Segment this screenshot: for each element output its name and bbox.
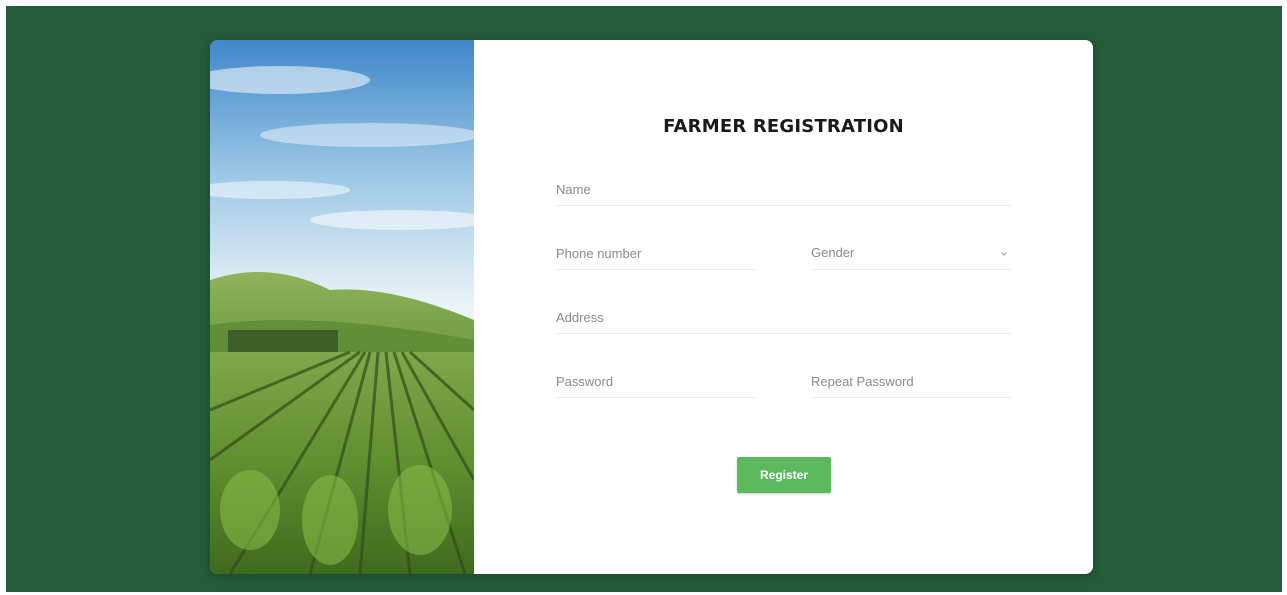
vineyard-field-image [210, 40, 474, 574]
repeat-password-field [811, 367, 1011, 398]
chevron-down-icon [1001, 252, 1007, 256]
address-field [556, 303, 1011, 334]
password-field [556, 367, 756, 398]
address-input[interactable] [556, 303, 1011, 331]
password-input[interactable] [556, 367, 756, 395]
phone-input[interactable] [556, 239, 756, 267]
phone-field [556, 239, 756, 270]
repeat-password-input[interactable] [811, 367, 1011, 395]
register-button[interactable]: Register [737, 457, 831, 493]
registration-form: FARMER REGISTRATION Gender Register [474, 40, 1093, 574]
registration-card: FARMER REGISTRATION Gender Register [210, 40, 1093, 574]
gender-select-value: Gender [811, 245, 855, 260]
gender-select[interactable]: Gender [811, 239, 1011, 270]
name-input[interactable] [556, 175, 1011, 203]
name-field [556, 175, 1011, 206]
form-title: FARMER REGISTRATION [663, 116, 904, 137]
